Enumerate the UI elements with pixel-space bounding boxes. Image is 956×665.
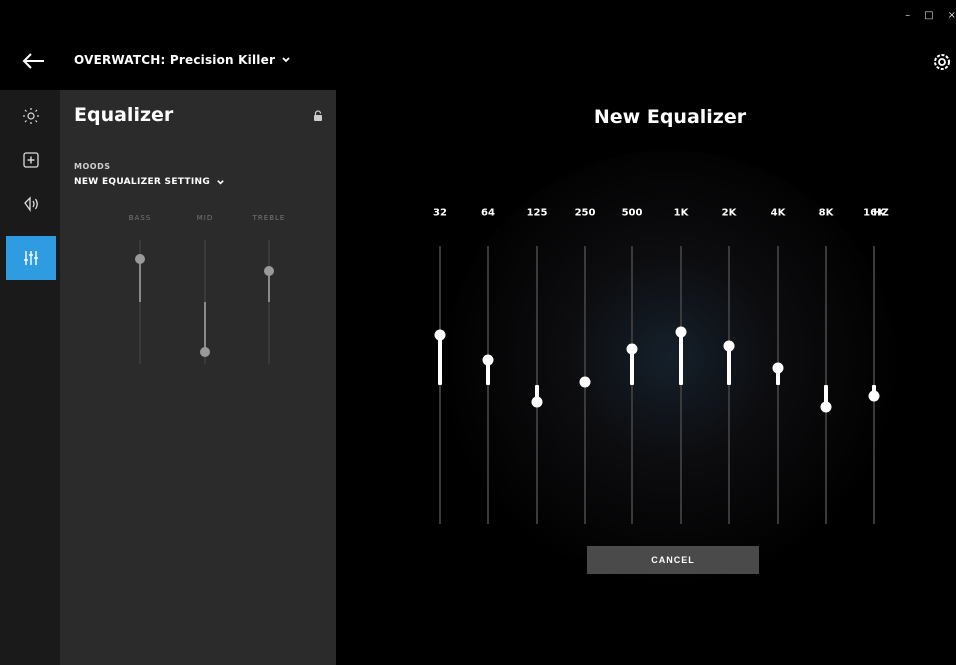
- mini-eq-fill: [204, 302, 206, 352]
- side-rail: [0, 90, 60, 665]
- close-button[interactable]: ×: [948, 10, 956, 21]
- rail-item-equalizer[interactable]: [6, 236, 56, 280]
- profile-name: OVERWATCH: Precision Killer: [74, 53, 276, 67]
- equalizer-icon: [24, 251, 38, 265]
- mini-eq-thumb[interactable]: [264, 266, 274, 276]
- band-thumb[interactable]: [723, 340, 735, 352]
- band-thumb[interactable]: [820, 401, 832, 413]
- band-label-1k: 1K: [673, 207, 689, 219]
- band-thumb[interactable]: [434, 329, 446, 341]
- mood-dropdown[interactable]: NEW EQUALIZER SETTING: [74, 177, 225, 187]
- window-controls: – □ ×: [905, 10, 956, 21]
- profile-selector[interactable]: OVERWATCH: Precision Killer: [74, 53, 291, 67]
- unit-label: HZ: [873, 207, 889, 219]
- mini-eq-thumb[interactable]: [200, 346, 210, 357]
- band-thumb[interactable]: [482, 354, 494, 366]
- band-slider-1k[interactable]: [680, 246, 682, 524]
- moods-label: MOODS: [74, 162, 111, 171]
- assignments-icon: [23, 152, 39, 168]
- band-label-2k: 2K: [721, 207, 737, 219]
- rail-item-assignments[interactable]: [6, 138, 56, 182]
- band-label-64: 64: [481, 207, 495, 219]
- band-thumb[interactable]: [772, 362, 784, 374]
- band-label-250: 250: [574, 207, 596, 219]
- band-fill: [438, 334, 442, 385]
- chevron-down-icon: [282, 57, 290, 63]
- band-thumb[interactable]: [675, 326, 687, 338]
- mini-eq-fill: [139, 258, 141, 302]
- chevron-down-icon: [217, 179, 224, 185]
- band-label-32: 32: [433, 207, 447, 219]
- mini-eq-label-treble: TREBLE: [252, 214, 286, 222]
- cancel-button[interactable]: CANCEL: [587, 546, 759, 574]
- band-fill: [727, 346, 731, 385]
- rail-item-sound[interactable]: [6, 182, 56, 226]
- panel-title: Equalizer: [74, 104, 174, 126]
- band-slider-32[interactable]: [439, 246, 441, 524]
- mini-eq-thumb[interactable]: [135, 253, 145, 264]
- band-slider-4k[interactable]: [777, 246, 779, 524]
- band-thumb[interactable]: [626, 343, 638, 355]
- title-bar: OVERWATCH: Precision Killer – □ ×: [0, 0, 956, 90]
- headset-background: [440, 150, 900, 610]
- gear-icon[interactable]: [931, 51, 953, 73]
- band-slider-500[interactable]: [631, 246, 633, 524]
- band-thumb[interactable]: [531, 396, 543, 408]
- minimize-button[interactable]: –: [905, 10, 910, 21]
- maximize-button[interactable]: □: [924, 10, 933, 21]
- sound-icon: [24, 196, 38, 213]
- mini-eq-label-bass: BASS: [128, 214, 152, 222]
- lighting-icon: [23, 108, 39, 124]
- band-slider-64[interactable]: [487, 246, 489, 524]
- back-arrow-icon[interactable]: [20, 50, 46, 72]
- rail-item-lighting[interactable]: [6, 94, 56, 138]
- band-label-125: 125: [526, 207, 548, 219]
- mini-eq-label-mid: MID: [196, 214, 214, 222]
- band-fill: [679, 332, 683, 385]
- mini-eq-track[interactable]: [268, 240, 270, 364]
- band-label-8k: 8K: [818, 207, 834, 219]
- band-label-4k: 4K: [770, 207, 786, 219]
- equalizer-title: New Equalizer: [593, 106, 747, 128]
- band-label-500: 500: [621, 207, 643, 219]
- mood-value: NEW EQUALIZER SETTING: [74, 177, 211, 187]
- band-thumb[interactable]: [579, 376, 591, 388]
- band-slider-2k[interactable]: [728, 246, 730, 524]
- equalizer-panel: Equalizer MOODS NEW EQUALIZER SETTING BA…: [60, 90, 336, 665]
- band-thumb[interactable]: [868, 390, 880, 402]
- lock-icon[interactable]: [313, 110, 323, 122]
